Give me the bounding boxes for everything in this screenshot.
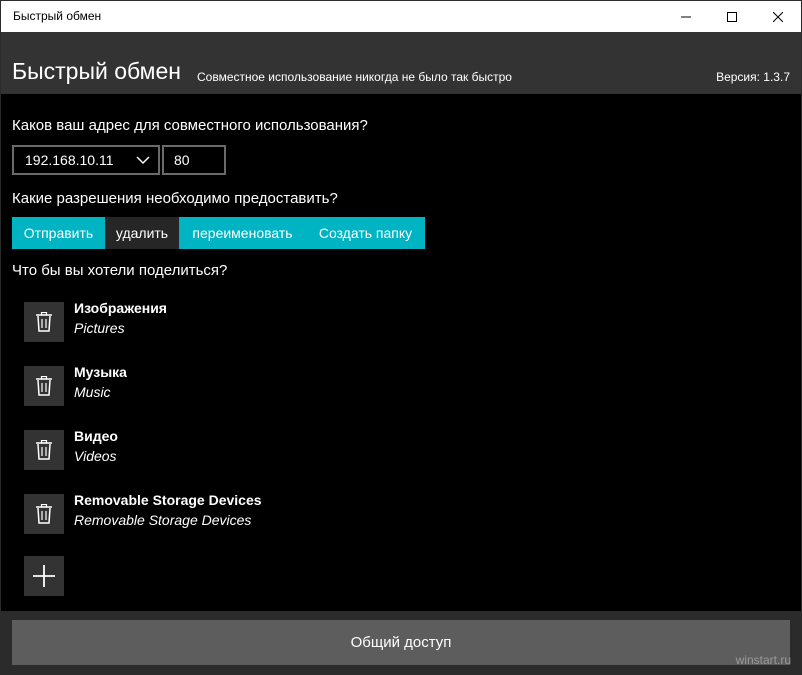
share-path: Music [74, 384, 111, 400]
port-input[interactable]: 80 [162, 145, 226, 175]
chevron-down-icon [136, 156, 150, 165]
ip-address-select[interactable]: 192.168.10.11 [12, 145, 160, 175]
shares-question: Что бы вы хотели поделиться? [12, 262, 228, 279]
share-path: Videos [74, 448, 117, 464]
share-list-item: Removable Storage Devices Removable Stor… [24, 492, 624, 538]
watermark: winstart.ru [735, 653, 791, 667]
minimize-icon [681, 16, 691, 17]
permissions-question: Какие разрешения необходимо предоставить… [12, 190, 338, 207]
trash-icon [36, 440, 52, 460]
app-window: Быстрый обмен Быстрый обмен Совместное и… [0, 0, 802, 675]
app-header: Быстрый обмен Совместное использование н… [1, 32, 801, 94]
maximize-icon [727, 11, 737, 22]
add-share-button[interactable] [24, 556, 64, 596]
ip-address-value: 192.168.10.11 [25, 152, 114, 168]
share-name: Removable Storage Devices [74, 492, 262, 508]
permission-upload-toggle[interactable]: Отправить [12, 217, 105, 249]
address-question: Каков ваш адрес для совместного использо… [12, 117, 368, 134]
title-bar: Быстрый обмен [1, 1, 801, 32]
share-path: Pictures [74, 320, 125, 336]
port-value: 80 [174, 152, 190, 168]
share-name: Изображения [74, 300, 167, 316]
remove-share-button[interactable] [24, 430, 64, 470]
permission-rename-toggle[interactable]: переименовать [179, 217, 306, 249]
share-list-item: Музыка Music [24, 364, 624, 410]
remove-share-button[interactable] [24, 302, 64, 342]
plus-icon [33, 565, 55, 587]
share-name: Музыка [74, 364, 127, 380]
share-list-item: Видео Videos [24, 428, 624, 474]
trash-icon [36, 312, 52, 332]
footer-bar: Общий доступ winstart.ru [1, 611, 801, 674]
share-access-button[interactable]: Общий доступ [12, 620, 790, 665]
app-subtitle: Совместное использование никогда не было… [197, 70, 512, 84]
minimize-button[interactable] [663, 1, 709, 32]
close-button[interactable] [755, 1, 801, 32]
trash-icon [36, 504, 52, 524]
share-name: Видео [74, 428, 118, 444]
window-title: Быстрый обмен [13, 9, 102, 23]
share-path: Removable Storage Devices [74, 512, 252, 528]
trash-icon [36, 376, 52, 396]
maximize-button[interactable] [709, 1, 755, 32]
remove-share-button[interactable] [24, 366, 64, 406]
share-list-item: Изображения Pictures [24, 300, 624, 346]
version-label: Версия: 1.3.7 [716, 70, 790, 84]
remove-share-button[interactable] [24, 494, 64, 534]
close-icon [773, 11, 783, 22]
permission-delete-toggle[interactable]: удалить [105, 217, 179, 249]
app-title: Быстрый обмен [12, 58, 181, 84]
permission-create-folder-toggle[interactable]: Создать папку [306, 217, 425, 249]
